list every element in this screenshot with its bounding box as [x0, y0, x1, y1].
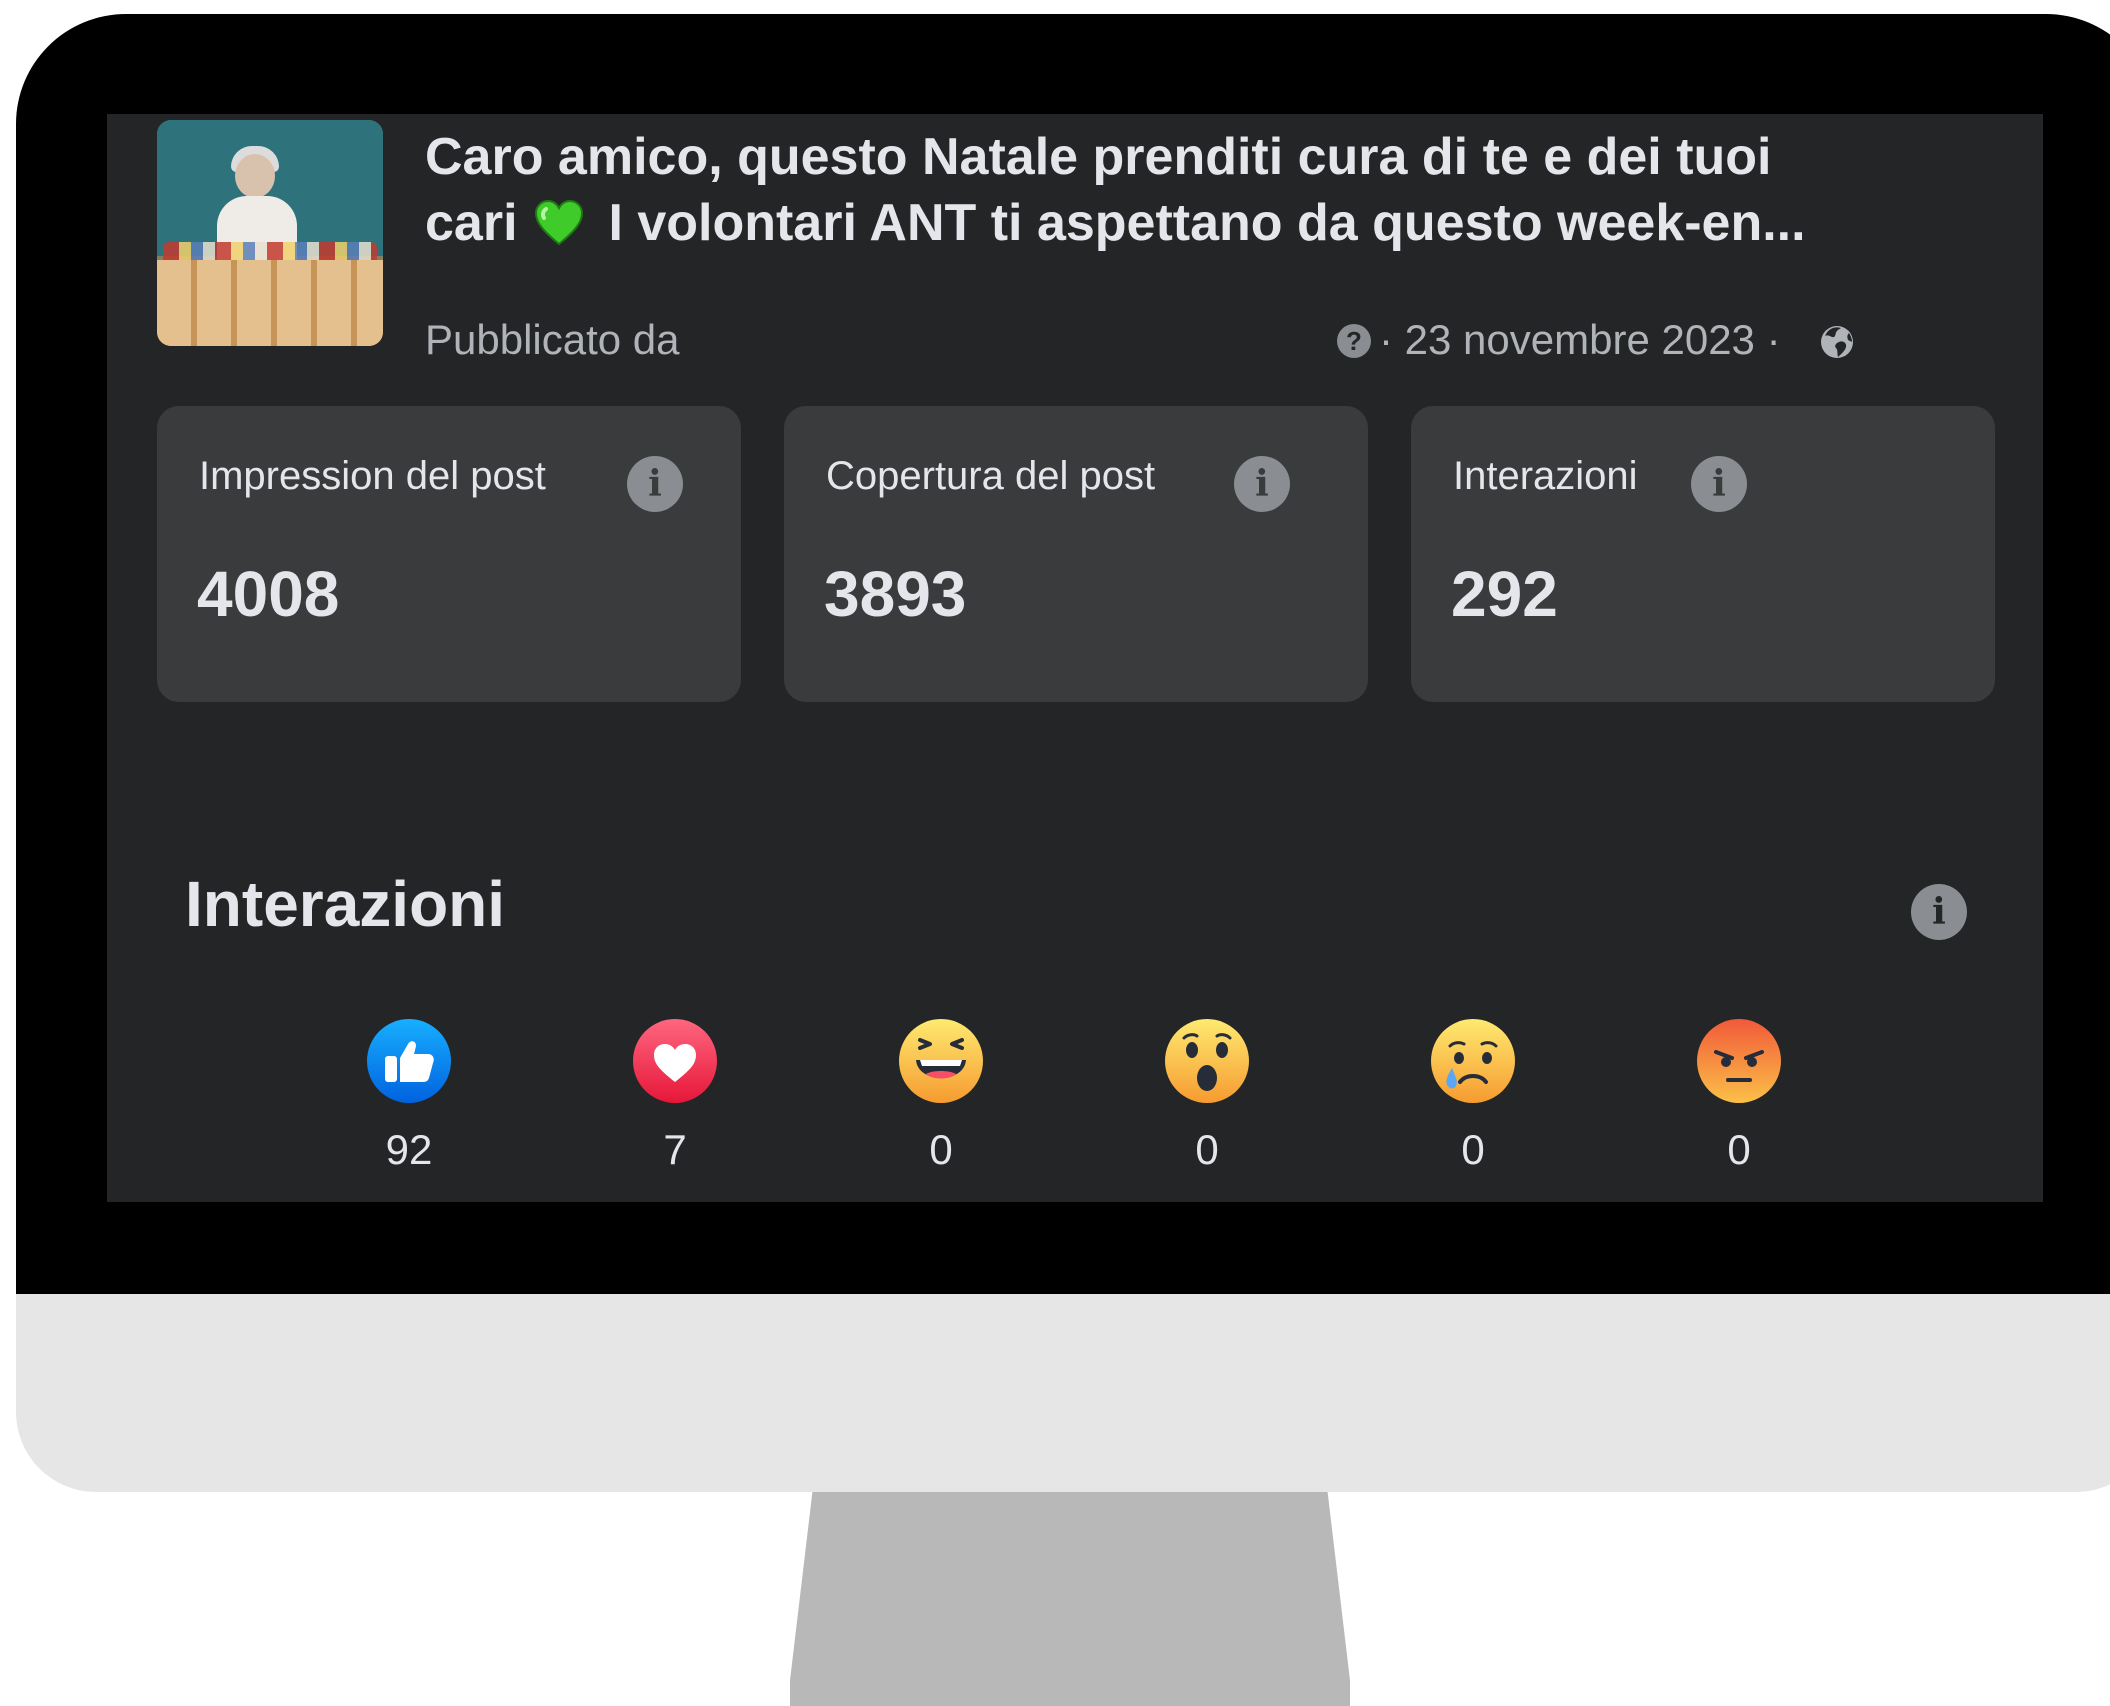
info-icon[interactable]: i — [1691, 456, 1747, 512]
thumbnail-baskets — [157, 260, 383, 346]
reaction-haha: 0 — [871, 1018, 1011, 1178]
post-title-line1: Caro amico, questo Natale prenditi cura … — [425, 128, 1772, 186]
metric-card-interactions: Interazioni i 292 — [1411, 406, 1995, 702]
metric-value: 3893 — [824, 558, 967, 630]
wow-icon — [1165, 1019, 1249, 1103]
post-title-line2-end: I volontari ANT ti aspettano da questo w… — [608, 194, 1806, 252]
reaction-count: 7 — [663, 1126, 687, 1173]
info-icon[interactable]: i — [627, 456, 683, 512]
reaction-wow: 0 — [1137, 1018, 1277, 1178]
sad-icon — [1431, 1019, 1515, 1103]
info-icon[interactable]: i — [1911, 884, 1967, 940]
angry-icon — [1697, 1019, 1781, 1103]
post-meta: Pubblicato da ? · 23 novembre 2023 · — [425, 310, 2025, 370]
metric-card-impressions: Impression del post i 4008 — [157, 406, 741, 702]
metric-label: Interazioni — [1453, 454, 1638, 498]
globe-icon — [1821, 326, 1853, 358]
haha-icon — [899, 1019, 983, 1103]
interactions-section-title: Interazioni — [185, 868, 506, 940]
green-heart-icon — [534, 200, 583, 246]
info-icon[interactable]: i — [1234, 456, 1290, 512]
metric-card-reach: Copertura del post i 3893 — [784, 406, 1368, 702]
monitor-stand — [790, 1492, 1350, 1706]
reaction-count: 0 — [929, 1126, 953, 1173]
reaction-count: 92 — [385, 1126, 433, 1173]
help-icon[interactable]: ? — [1337, 324, 1371, 358]
post-title[interactable]: Caro amico, questo Natale prenditi cura … — [425, 124, 2025, 256]
reaction-count: 0 — [1461, 1126, 1485, 1173]
reaction-count: 0 — [1195, 1126, 1219, 1173]
metric-label: Copertura del post — [826, 454, 1156, 498]
monitor-chin — [16, 1294, 2110, 1492]
post-thumbnail[interactable] — [157, 120, 383, 346]
metric-value: 4008 — [197, 558, 340, 630]
screen: Caro amico, questo Natale prenditi cura … — [107, 114, 2043, 1202]
reaction-sad: 0 — [1403, 1018, 1543, 1178]
published-by-label: Pubblicato da — [425, 316, 680, 363]
like-icon — [367, 1019, 451, 1103]
metric-value: 292 — [1451, 558, 1558, 630]
love-icon — [633, 1019, 717, 1103]
reaction-like: 92 — [339, 1018, 479, 1178]
reaction-angry: 0 — [1669, 1018, 1809, 1178]
metric-label: Impression del post — [199, 454, 546, 498]
reaction-love: 7 — [605, 1018, 745, 1178]
post-title-line2-start: cari — [425, 194, 518, 252]
thumbnail-person-head — [235, 154, 275, 198]
post-date: · 23 novembre 2023 · — [1379, 316, 1781, 363]
reaction-count: 0 — [1727, 1126, 1751, 1173]
